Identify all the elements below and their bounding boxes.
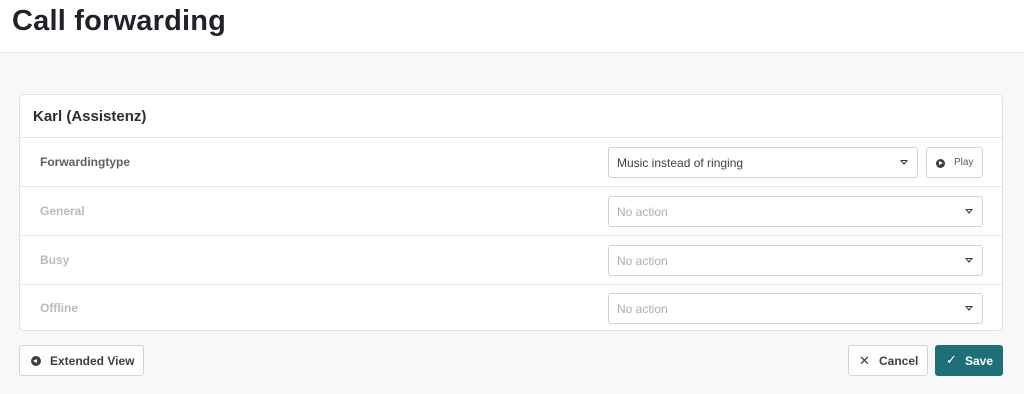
cancel-label: Cancel — [879, 354, 919, 368]
busy-value: No action — [617, 254, 668, 268]
arrow-left-circle-icon — [31, 356, 41, 366]
offline-select[interactable]: No action — [608, 293, 983, 324]
play-label: Play — [954, 157, 974, 168]
card-header: Karl (Assistenz) — [20, 95, 1002, 138]
cancel-button[interactable]: ✕ Cancel — [848, 345, 928, 376]
page-title: Call forwarding — [12, 5, 227, 37]
forwardingtype-select[interactable]: Music instead of ringing — [608, 147, 918, 178]
caret-down-icon — [965, 306, 973, 311]
general-value: No action — [617, 205, 668, 219]
caret-down-icon — [965, 258, 973, 263]
extended-view-label: Extended View — [50, 354, 135, 368]
offline-label: Offline — [40, 301, 78, 315]
general-select[interactable]: No action — [608, 196, 983, 227]
save-button[interactable]: ✓ Save — [935, 345, 1003, 376]
offline-value: No action — [617, 302, 668, 316]
play-button[interactable]: Play — [926, 147, 983, 178]
forwarding-card: Karl (Assistenz) Forwardingtype Music in… — [19, 94, 1003, 331]
forwardingtype-label: Forwardingtype — [40, 155, 131, 169]
save-label: Save — [965, 354, 994, 368]
caret-down-icon — [900, 160, 908, 165]
row-busy: Busy No action — [20, 236, 1002, 285]
caret-down-icon — [965, 209, 973, 214]
extended-view-button[interactable]: Extended View — [19, 345, 144, 376]
busy-select[interactable]: No action — [608, 245, 983, 276]
general-label: General — [40, 204, 85, 218]
card-title: Karl (Assistenz) — [33, 108, 147, 125]
row-offline: Offline No action — [20, 284, 1002, 333]
forwardingtype-value: Music instead of ringing — [617, 156, 744, 170]
check-icon: ✓ — [946, 353, 957, 368]
close-icon: ✕ — [859, 354, 870, 369]
page-header: Call forwarding — [0, 0, 1024, 53]
row-forwardingtype: Forwardingtype Music instead of ringing … — [20, 138, 1002, 187]
play-circle-icon — [936, 159, 945, 168]
row-general: General No action — [20, 187, 1002, 236]
busy-label: Busy — [40, 253, 70, 267]
